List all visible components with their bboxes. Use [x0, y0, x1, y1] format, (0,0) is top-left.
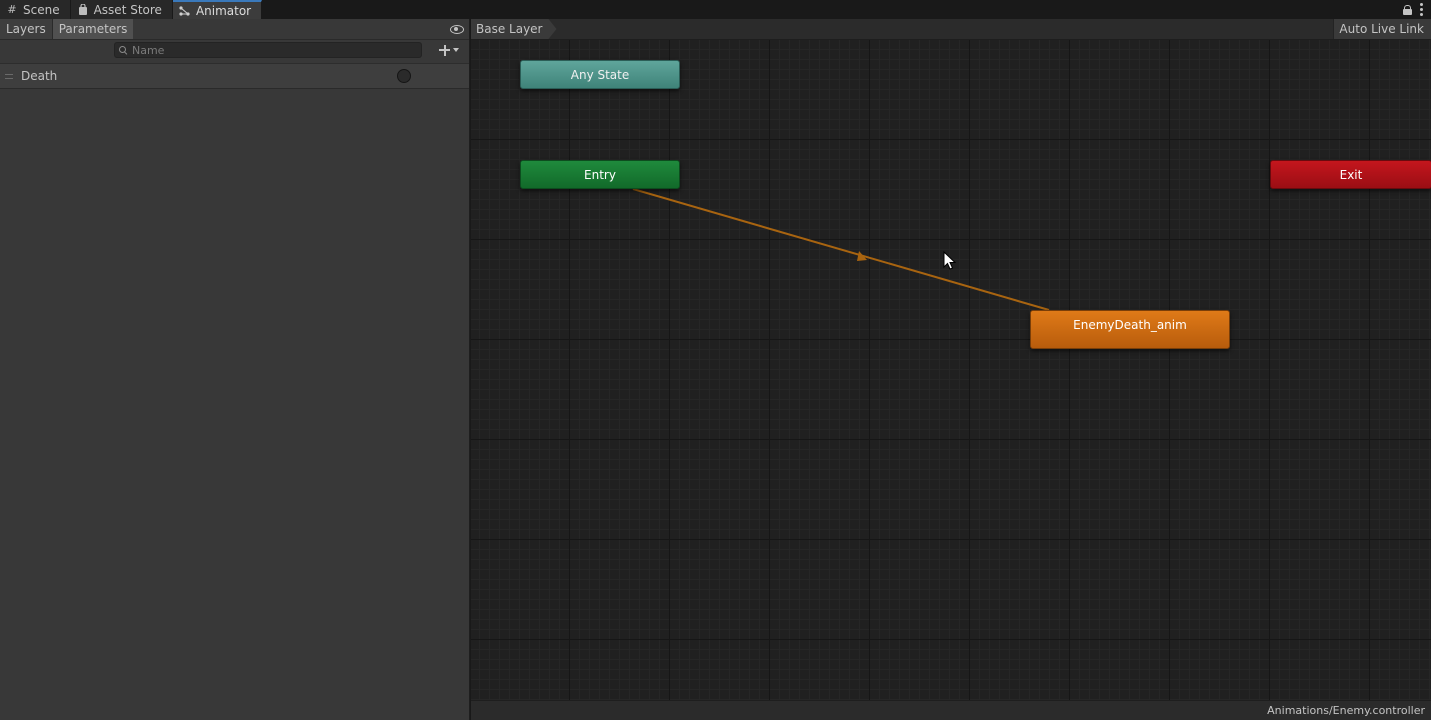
auto-live-link-button[interactable]: Auto Live Link — [1333, 19, 1431, 39]
breadcrumb: Base Layer Auto Live Link — [471, 19, 1431, 40]
panel-tab-strip: Layers Parameters — [0, 19, 469, 40]
tab-layers[interactable]: Layers — [0, 19, 53, 39]
tab-bar-controls — [1403, 0, 1431, 19]
parameters-panel: Layers Parameters Death — [0, 19, 470, 720]
tab-asset-store-label: Asset Store — [93, 2, 162, 17]
transitions-layer — [632, 188, 1050, 311]
animator-icon — [179, 5, 191, 17]
controller-path: Animations/Enemy.controller — [1267, 704, 1425, 717]
grid-icon: # — [7, 3, 17, 16]
search-field[interactable] — [114, 42, 422, 58]
mouse-cursor-icon — [943, 251, 957, 270]
tab-animator[interactable]: Animator — [172, 0, 263, 19]
eye-icon[interactable] — [450, 24, 464, 34]
transition-entry-to-state[interactable] — [632, 188, 1050, 311]
plus-icon — [439, 44, 450, 56]
tab-scene-label: Scene — [23, 2, 60, 17]
lock-icon[interactable] — [1403, 4, 1412, 15]
any-state-node[interactable]: Any State — [520, 60, 680, 89]
tab-asset-store[interactable]: Asset Store — [70, 0, 173, 19]
shopping-bag-icon — [77, 4, 89, 16]
chevron-down-icon — [453, 48, 459, 52]
search-icon — [119, 45, 128, 55]
transition-arrow-icon — [857, 251, 867, 261]
window-tab-bar: # Scene Asset Store Animator — [0, 0, 1431, 19]
add-parameter-button[interactable] — [439, 41, 467, 59]
parameter-row[interactable]: Death — [0, 63, 469, 89]
trigger-toggle[interactable] — [397, 69, 411, 83]
more-options-icon[interactable] — [1420, 3, 1423, 16]
drag-handle-icon[interactable] — [5, 73, 13, 79]
tab-parameters[interactable]: Parameters — [52, 19, 134, 39]
entry-node[interactable]: Entry — [520, 160, 680, 189]
tab-animator-label: Animator — [195, 3, 252, 18]
status-bar: Animations/Enemy.controller — [471, 700, 1431, 720]
state-machine-graph[interactable]: Base Layer Auto Live Link Any State Entr… — [471, 19, 1431, 720]
exit-node[interactable]: Exit — [1270, 160, 1431, 189]
tab-scene[interactable]: # Scene — [0, 0, 71, 19]
search-input[interactable] — [132, 43, 412, 57]
parameter-name[interactable]: Death — [21, 69, 57, 83]
state-node-enemy-death[interactable]: EnemyDeath_anim — [1030, 310, 1230, 349]
breadcrumb-base-layer[interactable]: Base Layer — [471, 19, 557, 39]
parameter-search-row — [0, 40, 469, 60]
